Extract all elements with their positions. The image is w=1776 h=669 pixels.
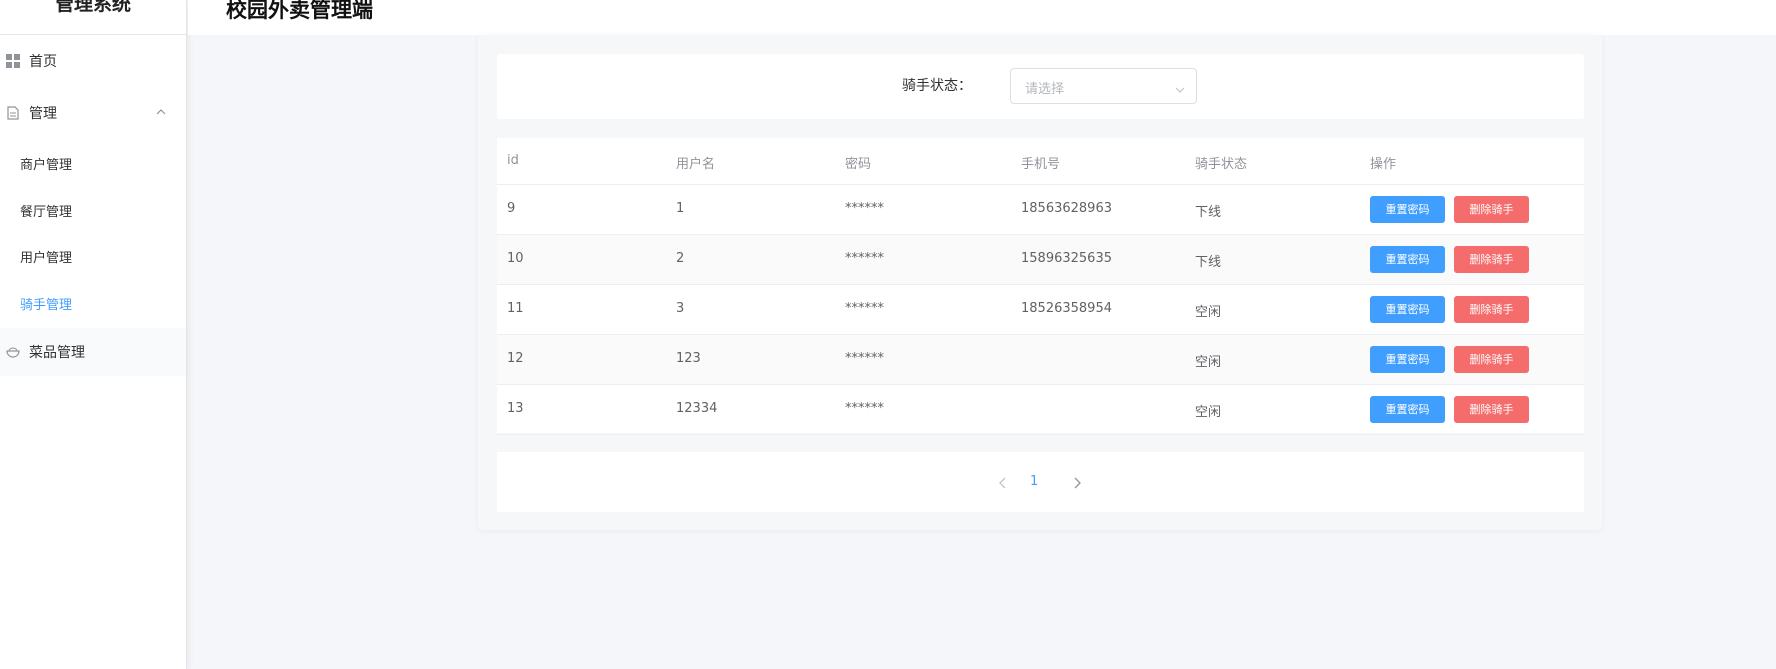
app-title: 管理系统 <box>0 0 186 35</box>
column-header-status: 骑手状态 <box>1195 157 1248 172</box>
reset-password-button[interactable]: 重置密码 <box>1370 346 1445 373</box>
delete-rider-button[interactable]: 删除骑手 <box>1454 396 1529 423</box>
delete-rider-button[interactable]: 删除骑手 <box>1454 246 1529 273</box>
top-header: 校园外卖管理端 <box>188 0 1776 35</box>
chevron-left-icon[interactable] <box>997 475 1009 489</box>
cell-username: 12334 <box>676 401 718 416</box>
cell-id: 11 <box>507 301 524 316</box>
cell-password: ****** <box>845 201 884 216</box>
cell-status: 下线 <box>1195 255 1222 270</box>
rider-status-select[interactable]: 请选择 <box>1010 68 1197 104</box>
delete-rider-button[interactable]: 删除骑手 <box>1454 296 1529 323</box>
cell-phone: 18563628963 <box>1021 201 1112 216</box>
sub-item-restaurant-label: 餐厅管理 <box>20 204 73 220</box>
cell-username: 2 <box>676 251 685 266</box>
sub-item-merchant[interactable]: 商户管理 <box>0 140 186 186</box>
column-header-password: 密码 <box>845 157 872 172</box>
grid-icon <box>6 54 20 68</box>
page-title: 校园外卖管理端 <box>226 0 373 22</box>
sub-item-restaurant[interactable]: 餐厅管理 <box>0 187 186 233</box>
app-title-text: 管理系统 <box>54 0 131 15</box>
rider-status-label: 骑手状态： <box>902 78 972 94</box>
cell-status: 空闲 <box>1195 355 1222 370</box>
chevron-down-icon <box>1174 81 1186 93</box>
cell-status: 空闲 <box>1195 405 1222 420</box>
table-row: 12 123 ****** 空闲 重置密码 删除骑手 <box>497 335 1584 385</box>
menu-item-manage-label: 管理 <box>29 106 57 122</box>
cell-status: 下线 <box>1195 205 1222 220</box>
sidebar: 管理系统 首页 管理 商户管理 餐厅管理 用户管理 骑手管理 菜品管理 <box>0 0 187 669</box>
cell-id: 13 <box>507 401 524 416</box>
cell-username: 1 <box>676 201 685 216</box>
chevron-up-icon <box>156 105 166 115</box>
column-header-phone: 手机号 <box>1021 157 1061 172</box>
cell-id: 9 <box>507 201 516 216</box>
menu-item-home-label: 首页 <box>29 54 57 70</box>
cell-password: ****** <box>845 401 884 416</box>
table-row: 9 1 ****** 18563628963 下线 重置密码 删除骑手 <box>497 185 1584 235</box>
delete-rider-button[interactable]: 删除骑手 <box>1454 196 1529 223</box>
cell-id: 10 <box>507 251 524 266</box>
cell-username: 3 <box>676 301 685 316</box>
sub-item-user[interactable]: 用户管理 <box>0 233 186 279</box>
reset-password-button[interactable]: 重置密码 <box>1370 246 1445 273</box>
menu-item-manage[interactable]: 管理 <box>0 89 186 137</box>
filter-bar: 骑手状态： 请选择 <box>497 54 1584 119</box>
menu-item-dishes-label: 菜品管理 <box>29 345 85 361</box>
reset-password-button[interactable]: 重置密码 <box>1370 296 1445 323</box>
cell-password: ****** <box>845 301 884 316</box>
cell-phone: 15896325635 <box>1021 251 1112 266</box>
menu-item-home[interactable]: 首页 <box>0 37 186 85</box>
rider-table: id 用户名 密码 手机号 骑手状态 操作 9 1 ****** 1856362… <box>497 138 1584 435</box>
table-header: id 用户名 密码 手机号 骑手状态 操作 <box>497 138 1584 185</box>
reset-password-button[interactable]: 重置密码 <box>1370 396 1445 423</box>
column-header-id: id <box>507 153 519 168</box>
sub-item-user-label: 用户管理 <box>20 250 73 266</box>
sub-item-merchant-label: 商户管理 <box>20 157 73 173</box>
column-header-username: 用户名 <box>676 157 716 172</box>
column-header-actions: 操作 <box>1370 157 1397 172</box>
cell-phone: 18526358954 <box>1021 301 1112 316</box>
table-row: 10 2 ****** 15896325635 下线 重置密码 删除骑手 <box>497 235 1584 285</box>
cell-password: ****** <box>845 251 884 266</box>
delete-rider-button[interactable]: 删除骑手 <box>1454 346 1529 373</box>
table-row: 11 3 ****** 18526358954 空闲 重置密码 删除骑手 <box>497 285 1584 335</box>
cell-status: 空闲 <box>1195 305 1222 320</box>
table-row: 13 12334 ****** 空闲 重置密码 删除骑手 <box>497 385 1584 435</box>
cell-username: 123 <box>676 351 701 366</box>
sub-item-rider-label: 骑手管理 <box>20 297 73 313</box>
page-number-current[interactable]: 1 <box>1030 474 1038 489</box>
reset-password-button[interactable]: 重置密码 <box>1370 196 1445 223</box>
cell-id: 12 <box>507 351 524 366</box>
pagination: 1 <box>497 452 1584 512</box>
cell-password: ****** <box>845 351 884 366</box>
menu-item-dishes[interactable]: 菜品管理 <box>0 328 186 376</box>
chevron-right-icon[interactable] <box>1071 475 1083 489</box>
document-icon <box>6 106 20 120</box>
main-panel: 骑手状态： 请选择 id 用户名 密码 手机号 骑手状态 操作 9 1 ****… <box>478 35 1602 530</box>
rider-status-placeholder: 请选择 <box>1025 82 1065 97</box>
sub-item-rider[interactable]: 骑手管理 <box>0 280 186 326</box>
bowl-icon <box>6 345 20 359</box>
